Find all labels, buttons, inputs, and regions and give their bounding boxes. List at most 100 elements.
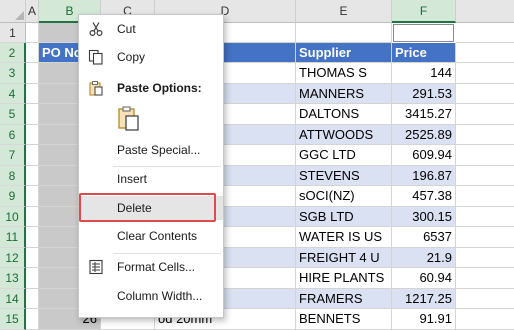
column-header-a[interactable]: A (26, 0, 39, 23)
price-cell[interactable]: 609.94 (392, 145, 456, 166)
cell-g[interactable] (456, 207, 514, 227)
menu-item-format-cells[interactable]: Format Cells... (79, 255, 223, 279)
supplier-cell[interactable]: WATER IS US (296, 227, 392, 248)
cell-g[interactable] (456, 125, 514, 145)
menu-label-clear-contents: Clear Contents (117, 229, 198, 243)
supplier-cell[interactable]: sOCI(NZ) (296, 186, 392, 207)
cell-e1[interactable] (296, 23, 392, 43)
supplier-cell[interactable]: STEVENS (296, 166, 392, 186)
cell-g[interactable] (456, 145, 514, 166)
supplier-cell[interactable]: ATTWOODS (296, 125, 392, 145)
row-header-7[interactable]: 7 (0, 145, 26, 166)
menu-item-paste-special[interactable]: Paste Special... (79, 138, 223, 162)
column-header-blank (456, 0, 514, 23)
cell-g[interactable] (456, 227, 514, 248)
column-header-e[interactable]: E (296, 0, 392, 23)
cell-g1[interactable] (456, 23, 514, 43)
supplier-cell[interactable]: GGC LTD (296, 145, 392, 166)
row-header-5[interactable]: 5 (0, 104, 26, 125)
menu-label-format-cells: Format Cells... (117, 260, 196, 274)
menu-item-insert[interactable]: Insert (79, 167, 223, 191)
cell-a[interactable] (26, 145, 39, 166)
supplier-cell[interactable]: FREIGHT 4 U (296, 248, 392, 268)
paste-options-heading: Paste Options: (79, 76, 223, 100)
cell-a[interactable] (26, 125, 39, 145)
price-cell[interactable]: 1217.25 (392, 289, 456, 309)
cell-a[interactable] (26, 268, 39, 289)
supplier-cell[interactable]: FRAMERS (296, 289, 392, 309)
menu-item-copy[interactable]: Copy (79, 45, 223, 69)
cell-g[interactable] (456, 186, 514, 207)
cell-a2[interactable] (26, 43, 39, 63)
cell-a[interactable] (26, 207, 39, 227)
price-cell[interactable]: 6537 (392, 227, 456, 248)
price-cell[interactable]: 144 (392, 63, 456, 84)
row-header-6[interactable]: 6 (0, 125, 26, 145)
menu-item-clear-contents[interactable]: Clear Contents (79, 224, 223, 248)
context-menu: Cut Copy Paste Options: Paste Special...… (78, 14, 224, 318)
row-header-9[interactable]: 9 (0, 186, 26, 207)
row-header-3[interactable]: 3 (0, 63, 26, 84)
price-cell[interactable]: 291.53 (392, 84, 456, 104)
paste-button[interactable] (116, 105, 142, 133)
cell-a[interactable] (26, 186, 39, 207)
supplier-cell[interactable]: HIRE PLANTS (296, 268, 392, 289)
format-cells-icon (89, 259, 103, 275)
row-header-14[interactable]: 14 (0, 289, 26, 309)
price-cell[interactable]: 300.15 (392, 207, 456, 227)
select-all-corner[interactable] (0, 0, 26, 23)
cell-a[interactable] (26, 309, 39, 330)
price-cell[interactable]: 457.38 (392, 186, 456, 207)
row-header-10[interactable]: 10 (0, 207, 26, 227)
cell-a[interactable] (26, 248, 39, 268)
cell-a[interactable] (26, 84, 39, 104)
cell-a[interactable] (26, 63, 39, 84)
delete-highlight-box (79, 193, 216, 222)
supplier-cell[interactable]: MANNERS (296, 84, 392, 104)
row-header-12[interactable]: 12 (0, 248, 26, 268)
cell-g[interactable] (456, 248, 514, 268)
cell-f1[interactable] (393, 24, 454, 42)
supplier-cell[interactable]: THOMAS S (296, 63, 392, 84)
row-header-13[interactable]: 13 (0, 268, 26, 289)
supplier-cell[interactable]: BENNETS (296, 309, 392, 330)
cell-g[interactable] (456, 63, 514, 84)
supplier-cell[interactable]: SGB LTD (296, 207, 392, 227)
row-header-4[interactable]: 4 (0, 84, 26, 104)
price-cell[interactable]: 196.87 (392, 166, 456, 186)
price-cell[interactable]: 21.9 (392, 248, 456, 268)
cell-g2[interactable] (456, 43, 514, 63)
cell-g[interactable] (456, 309, 514, 330)
clipboard-icon (89, 81, 103, 96)
select-all-triangle-icon (15, 11, 24, 20)
header-supplier[interactable]: Supplier (296, 43, 392, 63)
row-header-2[interactable]: 2 (0, 43, 26, 63)
price-cell[interactable]: 60.94 (392, 268, 456, 289)
row-header-8[interactable]: 8 (0, 166, 26, 186)
scissors-icon (89, 22, 103, 37)
cell-g[interactable] (456, 84, 514, 104)
price-cell[interactable]: 2525.89 (392, 125, 456, 145)
cell-a[interactable] (26, 289, 39, 309)
cell-a1[interactable] (26, 23, 39, 43)
row-header-15[interactable]: 15 (0, 309, 26, 330)
cell-g[interactable] (456, 166, 514, 186)
price-cell[interactable]: 3415.27 (392, 104, 456, 125)
cell-g[interactable] (456, 289, 514, 309)
row-header-11[interactable]: 11 (0, 227, 26, 248)
column-header-f[interactable]: F (392, 0, 456, 23)
cell-g[interactable] (456, 268, 514, 289)
menu-item-column-width[interactable]: Column Width... (79, 284, 223, 308)
menu-label-copy: Copy (117, 50, 146, 64)
menu-label-paste-options: Paste Options: (117, 81, 202, 95)
menu-item-cut[interactable]: Cut (79, 17, 223, 41)
supplier-cell[interactable]: DALTONS (296, 104, 392, 125)
cell-g[interactable] (456, 104, 514, 125)
header-price[interactable]: Price (392, 43, 456, 63)
row-header-1[interactable]: 1 (0, 23, 26, 43)
menu-label-paste-special: Paste Special... (117, 143, 201, 157)
price-cell[interactable]: 91.91 (392, 309, 456, 330)
cell-a[interactable] (26, 166, 39, 186)
cell-a[interactable] (26, 227, 39, 248)
cell-a[interactable] (26, 104, 39, 125)
